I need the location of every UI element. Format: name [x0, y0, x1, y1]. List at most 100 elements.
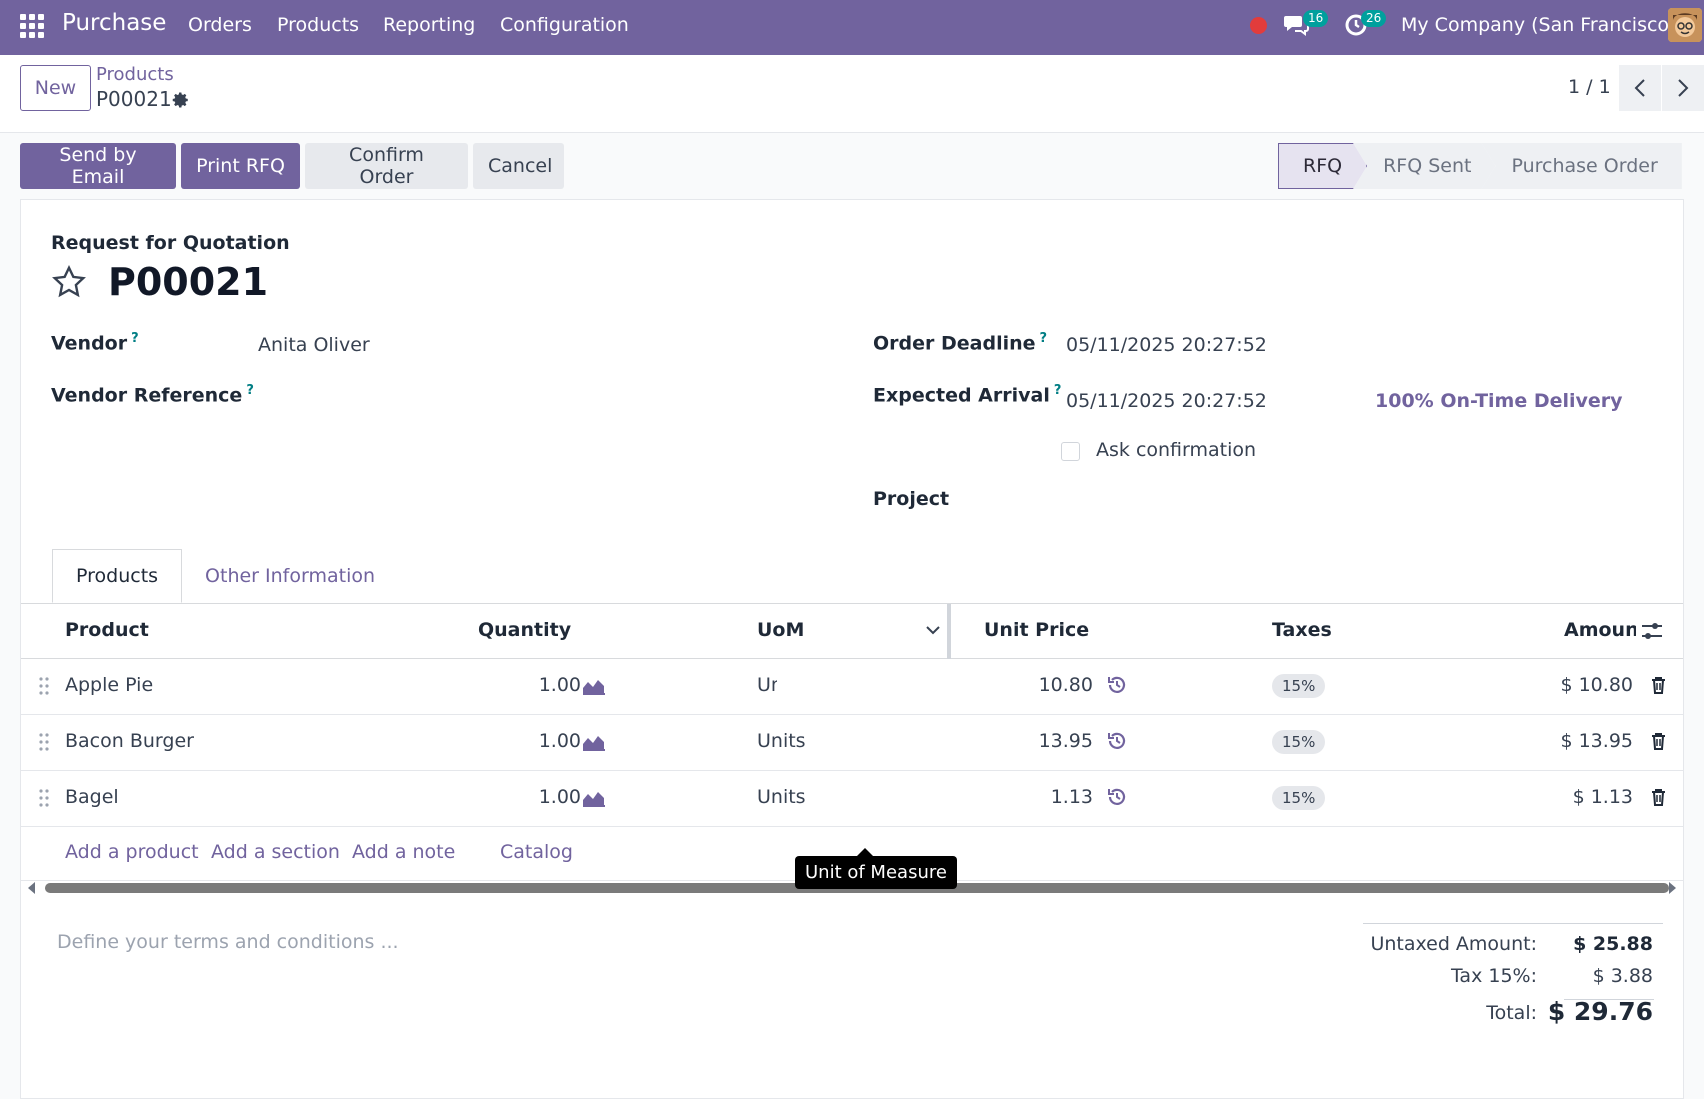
vendor-reference-help-tooltip[interactable]: ? — [246, 383, 254, 398]
vendor-label-text: Vendor — [51, 332, 128, 355]
expected-arrival-label-text: Expected Arrival — [873, 384, 1050, 407]
column-taxes[interactable]: Taxes — [1272, 619, 1332, 641]
add-product-link[interactable]: Add a product — [65, 841, 199, 863]
send-by-email-button[interactable]: Send by Email — [20, 143, 176, 189]
uom-cell[interactable]: Units — [757, 786, 806, 808]
order-deadline-label: Order Deadline? — [873, 331, 1047, 354]
expected-arrival-field[interactable]: 05/11/2025 20:27:52 — [1066, 390, 1267, 412]
column-product[interactable]: Product — [65, 619, 149, 641]
breadcrumb-current: P00021 — [96, 87, 172, 111]
expected-arrival-label: Expected Arrival? — [873, 383, 1061, 406]
cancel-button[interactable]: Cancel — [473, 143, 564, 189]
unit-price-cell[interactable]: 1.13 — [1051, 786, 1093, 808]
column-unit-price[interactable]: Unit Price — [984, 619, 1089, 641]
control-panel: New Products P00021 1 / 1 — [0, 55, 1704, 133]
tax-badge[interactable]: 15% — [1272, 674, 1326, 698]
uom-cell[interactable]: Units — [757, 674, 777, 696]
product-cell[interactable]: Bacon Burger — [65, 730, 194, 752]
vendor-reference-field[interactable] — [258, 383, 778, 409]
user-avatar[interactable] — [1668, 8, 1702, 42]
pager-previous-button[interactable] — [1619, 65, 1661, 111]
ask-confirmation-checkbox[interactable] — [1061, 442, 1080, 461]
price-history-icon[interactable] — [1107, 787, 1127, 807]
terms-conditions-field[interactable]: Define your terms and conditions ... — [57, 931, 399, 953]
star-icon[interactable] — [50, 264, 88, 300]
vendor-field[interactable]: Anita Oliver — [258, 334, 370, 356]
amount-cell: $ 13.95 — [1560, 730, 1633, 752]
drag-handle-icon[interactable] — [39, 788, 49, 808]
order-lines-table: Product Quantity UoM Unit Price Taxes Am… — [21, 603, 1683, 881]
unit-price-cell[interactable]: 10.80 — [1039, 674, 1093, 696]
chevron-left-icon — [1634, 79, 1645, 97]
record-name[interactable]: P00021 — [108, 260, 268, 304]
drag-handle-icon[interactable] — [39, 732, 49, 752]
breadcrumb-products-link[interactable]: Products — [96, 64, 174, 85]
column-uom[interactable]: UoM — [757, 619, 804, 641]
scroll-right-icon[interactable] — [1667, 882, 1677, 894]
order-deadline-field[interactable]: 05/11/2025 20:27:52 — [1066, 334, 1267, 356]
untaxed-amount-label: Untaxed Amount: — [1370, 933, 1537, 955]
table-row[interactable]: Apple Pie 1.00 Units 10.80 15% $ 10.80 — [21, 659, 1683, 715]
stage-purchase-order[interactable]: Purchase Order — [1481, 143, 1682, 189]
vendor-help-tooltip[interactable]: ? — [131, 331, 139, 346]
column-amount[interactable]: Amount — [1564, 619, 1636, 641]
messages-count-badge: 16 — [1303, 10, 1329, 27]
price-history-icon[interactable] — [1107, 675, 1127, 695]
pager-value[interactable]: 1 / 1 — [1568, 76, 1611, 98]
tax-value: $ 3.88 — [1592, 965, 1653, 987]
on-time-delivery-link[interactable]: 100% On-Time Delivery — [1375, 390, 1623, 412]
menu-orders[interactable]: Orders — [188, 14, 252, 36]
tab-products[interactable]: Products — [52, 549, 183, 603]
unit-price-cell[interactable]: 13.95 — [1039, 730, 1093, 752]
stage-rfq-sent[interactable]: RFQ Sent — [1353, 143, 1495, 189]
order-deadline-help-tooltip[interactable]: ? — [1040, 331, 1048, 346]
quantity-cell[interactable]: 1.00 — [539, 674, 581, 696]
project-field[interactable] — [1066, 488, 1626, 514]
forecast-chart-icon[interactable] — [582, 733, 606, 751]
product-cell[interactable]: Bagel — [65, 786, 119, 808]
vendor-reference-label: Vendor Reference? — [51, 383, 254, 406]
quantity-cell[interactable]: 1.00 — [539, 786, 581, 808]
tax-badge[interactable]: 15% — [1272, 730, 1326, 754]
trash-icon[interactable] — [1651, 676, 1666, 694]
recording-indicator-icon[interactable] — [1250, 17, 1267, 34]
tax-badge[interactable]: 15% — [1272, 786, 1326, 810]
add-note-link[interactable]: Add a note — [352, 841, 455, 863]
forecast-chart-icon[interactable] — [582, 789, 606, 807]
app-name[interactable]: Purchase — [62, 10, 166, 36]
menu-reporting[interactable]: Reporting — [383, 14, 475, 36]
scroll-left-icon[interactable] — [27, 882, 37, 894]
vendor-reference-label-text: Vendor Reference — [51, 384, 243, 407]
chevron-down-icon[interactable] — [925, 624, 941, 636]
optional-columns-icon[interactable] — [1641, 621, 1663, 641]
uom-cell[interactable]: Units — [757, 730, 806, 752]
column-quantity[interactable]: Quantity — [478, 619, 571, 641]
ask-confirmation-label: Ask confirmation — [1096, 439, 1257, 461]
new-button[interactable]: New — [20, 65, 91, 111]
column-resize-handle[interactable] — [947, 604, 951, 659]
trash-icon[interactable] — [1651, 788, 1666, 806]
menu-products[interactable]: Products — [277, 14, 359, 36]
trash-icon[interactable] — [1651, 732, 1666, 750]
catalog-link[interactable]: Catalog — [500, 841, 573, 863]
forecast-chart-icon[interactable] — [582, 677, 606, 695]
table-row[interactable]: Bacon Burger 1.00 Units 13.95 15% $ 13.9… — [21, 715, 1683, 771]
expected-arrival-help-tooltip[interactable]: ? — [1054, 383, 1062, 398]
action-bar: Send by Email Print RFQ Confirm Order Ca… — [0, 133, 1704, 199]
pager-next-button[interactable] — [1662, 65, 1704, 111]
quantity-cell[interactable]: 1.00 — [539, 730, 581, 752]
gear-icon[interactable] — [172, 91, 190, 109]
product-cell[interactable]: Apple Pie — [65, 674, 153, 696]
price-history-icon[interactable] — [1107, 731, 1127, 751]
drag-handle-icon[interactable] — [39, 676, 49, 696]
add-section-link[interactable]: Add a section — [211, 841, 340, 863]
totals-divider — [1363, 923, 1663, 924]
menu-configuration[interactable]: Configuration — [500, 14, 629, 36]
stage-rfq[interactable]: RFQ — [1278, 143, 1367, 189]
app-menu-icon[interactable] — [20, 14, 44, 38]
tab-other-information[interactable]: Other Information — [182, 549, 398, 603]
confirm-order-button[interactable]: Confirm Order — [305, 143, 468, 189]
company-switcher[interactable]: My Company (San Francisco) — [1401, 14, 1676, 36]
table-row[interactable]: Bagel 1.00 Units 1.13 15% $ 1.13 — [21, 771, 1683, 827]
print-rfq-button[interactable]: Print RFQ — [181, 143, 300, 189]
